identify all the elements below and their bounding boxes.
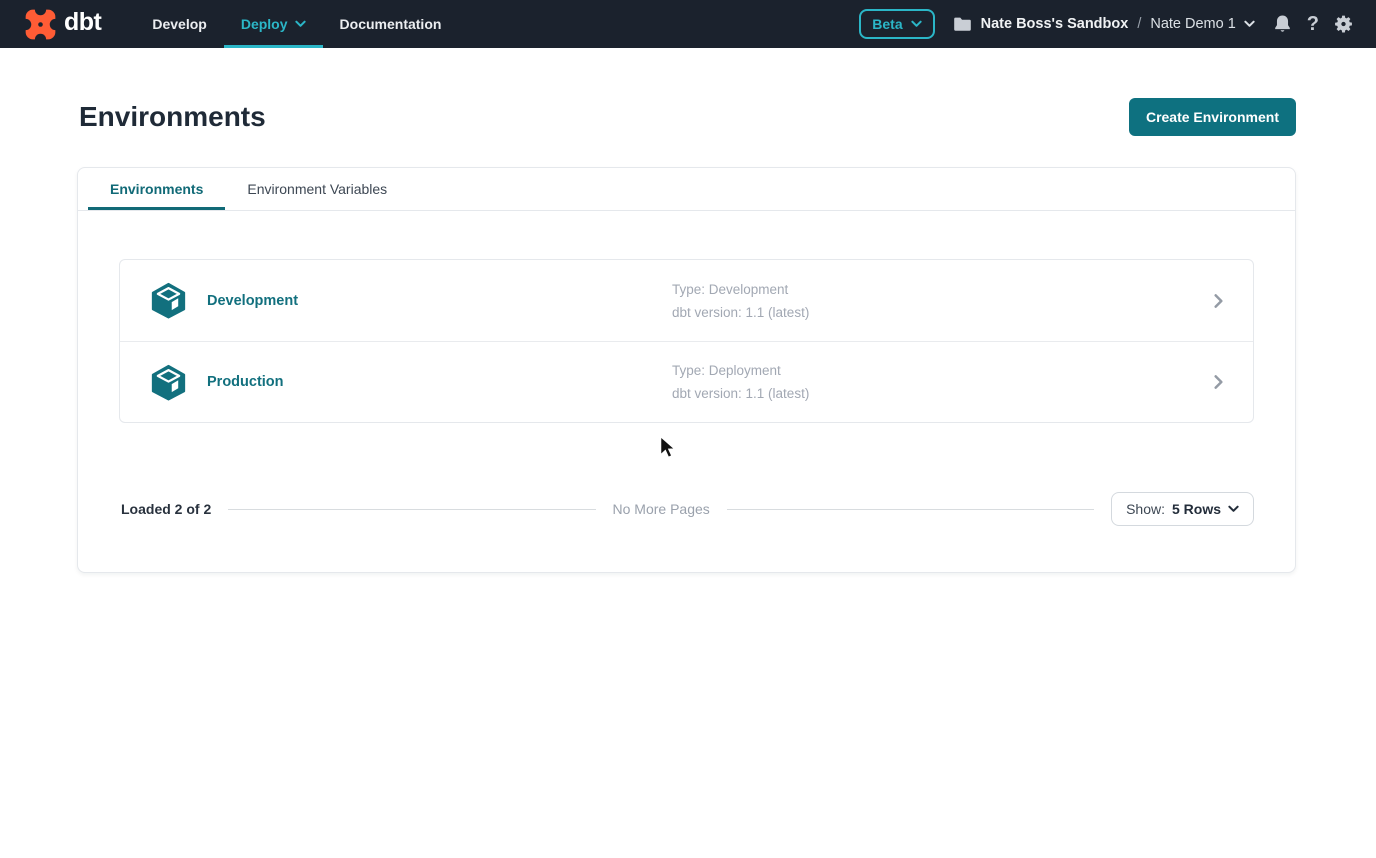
dbt-logo[interactable]: dbt (24, 0, 101, 48)
navbar-icon-group: ? (1273, 13, 1354, 36)
breadcrumb-separator: / (1137, 16, 1141, 32)
environment-details: Type: Deployment dbt version: 1.1 (lates… (672, 363, 1214, 401)
chevron-right-icon (1214, 375, 1223, 389)
dbt-logo-icon (24, 8, 57, 41)
nav-item-label: Develop (152, 16, 206, 32)
environment-row-production[interactable]: Production Type: Deployment dbt version:… (120, 341, 1253, 422)
help-icon[interactable]: ? (1307, 13, 1319, 36)
account-name[interactable]: Nate Boss's Sandbox (981, 16, 1129, 32)
environment-name-link[interactable]: Production (207, 374, 284, 390)
rows-per-page-dropdown[interactable]: Show: 5 Rows (1111, 492, 1254, 526)
beta-label: Beta (872, 16, 902, 32)
environments-card: Environments Environment Variables Devel… (77, 167, 1296, 573)
nav-item-deploy[interactable]: Deploy (224, 0, 323, 48)
nav-item-label: Deploy (241, 16, 288, 32)
environment-version: dbt version: 1.1 (latest) (672, 386, 1214, 401)
environment-list: Development Type: Development dbt versio… (119, 259, 1254, 423)
logo-text: dbt (64, 8, 101, 41)
folder-icon (953, 16, 972, 32)
environment-row-left: Production (150, 364, 672, 401)
tab-environments[interactable]: Environments (88, 168, 225, 210)
environment-cube-icon (150, 282, 187, 319)
environment-cube-icon (150, 364, 187, 401)
environment-type: Type: Deployment (672, 363, 1214, 378)
page-header: Environments Create Environment (79, 98, 1296, 136)
no-more-pages-label: No More Pages (613, 501, 710, 517)
breadcrumb: Nate Boss's Sandbox / Nate Demo 1 (953, 16, 1255, 32)
environment-row-left: Development (150, 282, 672, 319)
chevron-down-icon (1228, 505, 1239, 513)
navbar-right: Beta Nate Boss's Sandbox / Nate Demo 1 (859, 0, 1354, 48)
bell-icon[interactable] (1273, 14, 1292, 34)
create-environment-button[interactable]: Create Environment (1129, 98, 1296, 136)
divider-line (228, 509, 595, 510)
divider-line (727, 509, 1094, 510)
show-label: Show: (1126, 501, 1165, 517)
environment-row-development[interactable]: Development Type: Development dbt versio… (120, 260, 1253, 341)
chevron-down-icon (911, 20, 922, 28)
chevron-down-icon (1244, 20, 1255, 28)
nav-item-develop[interactable]: Develop (135, 0, 223, 48)
tab-environment-variables[interactable]: Environment Variables (225, 168, 409, 210)
chevron-down-icon (295, 20, 306, 28)
beta-dropdown[interactable]: Beta (859, 9, 934, 39)
environment-version: dbt version: 1.1 (latest) (672, 305, 1214, 320)
pagination-footer: Loaded 2 of 2 No More Pages Show: 5 Rows (119, 492, 1254, 572)
page-title: Environments (79, 101, 266, 133)
tab-bar: Environments Environment Variables (78, 168, 1295, 211)
nav-item-label: Documentation (340, 16, 442, 32)
project-name: Nate Demo 1 (1150, 16, 1235, 32)
environment-name-link[interactable]: Development (207, 293, 298, 309)
loaded-count: Loaded 2 of 2 (119, 501, 211, 517)
environment-details: Type: Development dbt version: 1.1 (late… (672, 282, 1214, 320)
project-dropdown[interactable]: Nate Demo 1 (1150, 16, 1254, 32)
show-value: 5 Rows (1172, 501, 1221, 517)
top-navbar: dbt Develop Deploy Documentation Beta Na… (0, 0, 1376, 48)
nav-item-documentation[interactable]: Documentation (323, 0, 459, 48)
chevron-right-icon (1214, 294, 1223, 308)
environment-type: Type: Development (672, 282, 1214, 297)
gear-icon[interactable] (1334, 14, 1354, 34)
